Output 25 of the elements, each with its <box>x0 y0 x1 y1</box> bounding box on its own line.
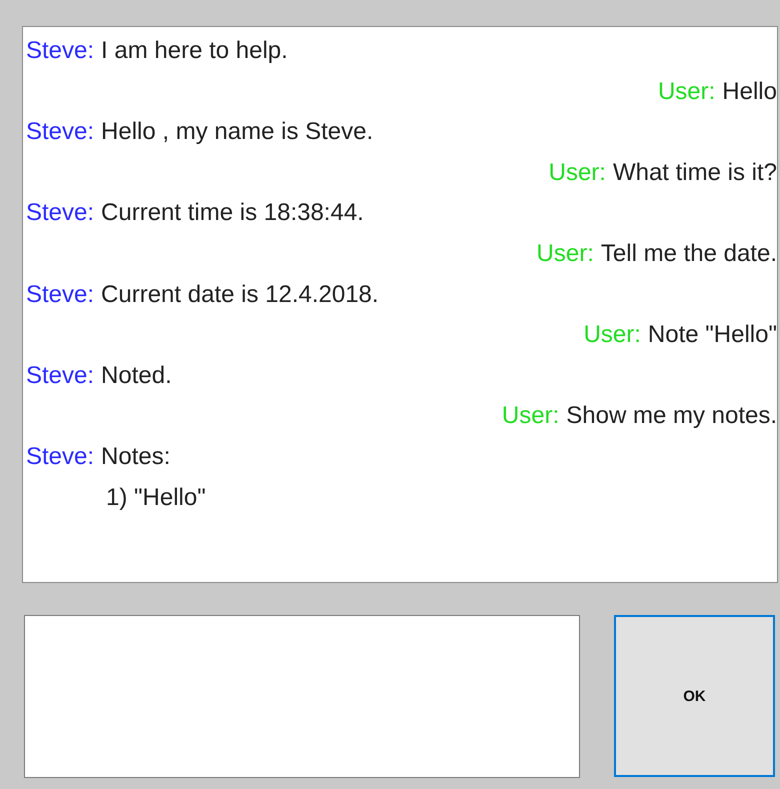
message-text: Hello <box>722 78 777 106</box>
message-text: Hello , my name is Steve. <box>101 118 374 146</box>
speaker-name: User: <box>658 78 716 106</box>
message-text: Current time is 18:38:44. <box>101 199 364 228</box>
speaker-name: Steve: <box>26 199 94 228</box>
speaker-name: User: <box>502 402 560 430</box>
ok-button[interactable]: OK <box>614 615 775 777</box>
speaker-name: Steve: <box>26 280 94 309</box>
note-item: 1) "Hello" <box>106 484 206 511</box>
message-text: Noted. <box>101 362 172 390</box>
message-text: What time is it? <box>612 158 777 187</box>
message-text: Notes: <box>101 442 170 471</box>
message-input[interactable] <box>24 615 580 778</box>
speaker-name: Steve: <box>26 37 94 65</box>
message-text: Show me my notes. <box>566 402 777 430</box>
message-text: Current date is 12.4.2018. <box>101 280 379 309</box>
message-text: I am here to help. <box>101 37 288 65</box>
speaker-name: Steve: <box>26 442 94 471</box>
speaker-name: User: <box>548 158 606 187</box>
speaker-name: User: <box>536 240 594 268</box>
speaker-name: Steve: <box>26 362 94 390</box>
speaker-name: Steve: <box>26 118 94 146</box>
message-text: Tell me the date. <box>600 240 777 268</box>
message-text: Note "Hello" <box>648 321 777 350</box>
speaker-name: User: <box>584 321 641 350</box>
